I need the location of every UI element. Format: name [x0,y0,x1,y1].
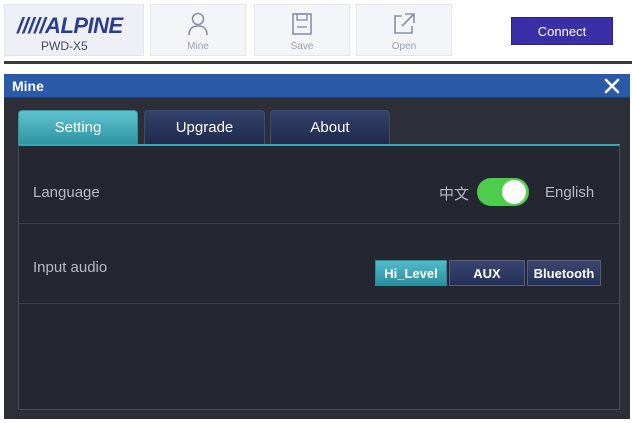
language-option-chinese: 中文 [439,185,470,203]
dialog-title: Mine [12,78,44,94]
save-button-label: Save [290,41,314,52]
language-row: Language 中文 English [19,146,619,224]
open-button[interactable]: Open [356,4,452,56]
input-audio-label: Input audio [33,259,108,276]
connect-button[interactable]: Connect [511,17,613,45]
person-icon [188,12,208,36]
input-audio-row: Input audio Hi_Level AUX Bluetooth [19,224,619,304]
save-button[interactable]: Save [254,4,350,56]
mine-button[interactable]: Mine [150,4,246,56]
input-bluetooth-button[interactable]: Bluetooth [527,260,601,286]
mine-dialog: Mine Setting Upgrade About Language 中文 E… [4,74,630,419]
tab-about[interactable]: About [270,110,390,144]
tab-setting[interactable]: Setting [18,110,138,144]
device-model: PWD-X5 [41,39,88,53]
toolbar: /////ALPINE PWD-X5 Mine Save Open Connec… [0,0,632,64]
language-toggle[interactable] [477,178,529,206]
input-hi-level-button[interactable]: Hi_Level [375,260,447,286]
brand-logo: /////ALPINE PWD-X5 [4,4,144,56]
toggle-knob [502,180,526,204]
language-label: Language [33,184,100,201]
input-aux-button[interactable]: AUX [449,260,525,286]
open-icon [394,13,415,34]
close-icon[interactable] [602,76,622,96]
dialog-titlebar: Mine [4,74,630,98]
tab-upgrade[interactable]: Upgrade [144,110,265,144]
toolbar-divider [4,61,632,64]
language-option-english: English [545,184,595,201]
mine-button-label: Mine [187,41,209,52]
open-button-label: Open [391,41,417,52]
save-icon [292,13,312,35]
brand-logo-text: /////ALPINE [17,13,123,38]
settings-panel: Language 中文 English Input audio Hi_Level… [18,144,620,410]
